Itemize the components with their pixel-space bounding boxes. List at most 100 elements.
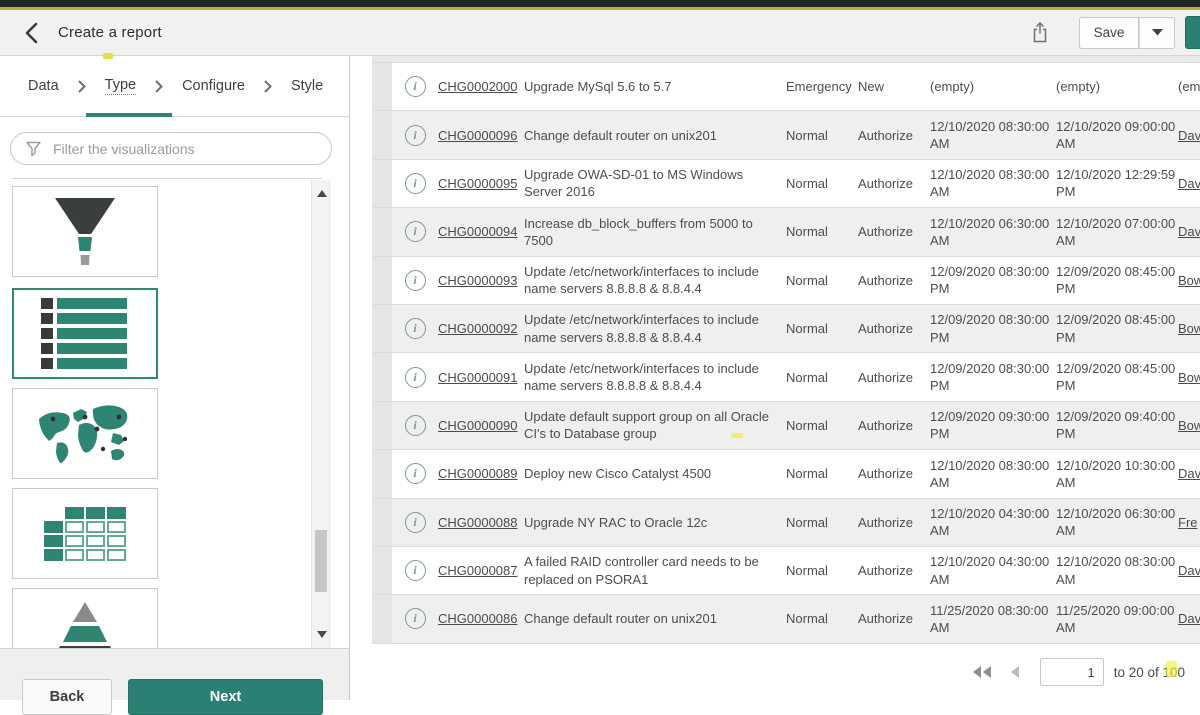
first-page-button[interactable]: [972, 665, 994, 679]
info-icon[interactable]: [405, 512, 426, 533]
priority-cell: Normal: [786, 466, 858, 481]
change-number-cell: CHG0000089: [438, 466, 524, 481]
info-icon[interactable]: [405, 76, 426, 97]
state-cell: Authorize: [858, 515, 930, 530]
filter-visualizations-input[interactable]: [51, 140, 331, 158]
assigned-link[interactable]: Dav: [1178, 611, 1200, 626]
breadcrumb-step-data[interactable]: Data: [28, 78, 59, 94]
start-date-cell: 12/09/2020 08:30:00 PM: [930, 360, 1056, 394]
back-button[interactable]: Back: [22, 679, 112, 715]
info-icon[interactable]: [405, 608, 426, 629]
short-description-cell: Upgrade OWA-SD-01 to MS Windows Server 2…: [524, 166, 786, 200]
scroll-down-arrow[interactable]: [317, 631, 327, 638]
change-number-link[interactable]: CHG0000089: [438, 466, 518, 481]
priority-cell: Normal: [786, 370, 858, 385]
scroll-up-arrow[interactable]: [317, 190, 327, 197]
info-icon[interactable]: [405, 221, 426, 242]
row-gutter: [372, 547, 392, 594]
breadcrumb-step-style[interactable]: Style: [291, 78, 323, 94]
short-description-cell: Upgrade NY RAC to Oracle 12c: [524, 514, 786, 531]
breadcrumb-step-configure[interactable]: Configure: [182, 78, 245, 94]
row-gutter: [372, 63, 392, 110]
viz-card-table-grid[interactable]: [12, 488, 158, 579]
previous-page-button[interactable]: [1010, 665, 1020, 679]
assigned-link[interactable]: (empty): [1178, 79, 1200, 94]
info-icon[interactable]: [405, 270, 426, 291]
info-cell: [392, 173, 438, 194]
breadcrumb-step-type[interactable]: Type: [105, 77, 136, 95]
row-gutter: [372, 111, 392, 158]
info-icon[interactable]: [405, 318, 426, 339]
change-number-link[interactable]: CHG0000096: [438, 128, 518, 143]
change-number-link[interactable]: CHG0000088: [438, 515, 518, 530]
short-description-cell: Upgrade MySql 5.6 to 5.7: [524, 78, 786, 95]
info-icon[interactable]: [405, 367, 426, 388]
scrollbar-thumb[interactable]: [315, 530, 327, 592]
change-number-link[interactable]: CHG0000092: [438, 321, 518, 336]
change-number-cell: CHG0000087: [438, 563, 524, 578]
save-button[interactable]: Save: [1079, 17, 1139, 49]
change-number-link[interactable]: CHG0000094: [438, 224, 518, 239]
assigned-link[interactable]: Bow: [1178, 321, 1200, 336]
row-gutter: [372, 450, 392, 497]
run-report-button-partial[interactable]: [1185, 16, 1200, 49]
change-number-link[interactable]: CHG0000091: [438, 370, 518, 385]
assigned-link[interactable]: Dav: [1178, 563, 1200, 578]
end-date-cell: 12/09/2020 09:40:00 PM: [1056, 408, 1178, 442]
assigned-cell: Bow: [1178, 370, 1200, 385]
assigned-link[interactable]: Dav: [1178, 176, 1200, 191]
assigned-link[interactable]: Dav: [1178, 224, 1200, 239]
world-map-icon: [33, 403, 137, 465]
priority-cell: Normal: [786, 418, 858, 433]
info-icon[interactable]: [405, 415, 426, 436]
viz-card-list[interactable]: [12, 288, 158, 379]
save-dropdown-button[interactable]: [1139, 17, 1175, 49]
end-date-cell: 12/10/2020 09:00:00 AM: [1056, 118, 1178, 152]
page-number-input[interactable]: [1040, 658, 1104, 686]
viz-card-world-map[interactable]: [12, 388, 158, 479]
next-button[interactable]: Next: [128, 679, 323, 715]
assigned-link[interactable]: Bow: [1178, 418, 1200, 433]
change-number-link[interactable]: CHG0000087: [438, 563, 518, 578]
short-description-cell: Increase db_block_buffers from 5000 to 7…: [524, 215, 786, 249]
assigned-link[interactable]: Fre: [1178, 515, 1198, 530]
table-row: CHG0000087 A failed RAID controller card…: [372, 547, 1200, 595]
change-number-cell: CHG0000093: [438, 273, 524, 288]
assigned-cell: Fre: [1178, 515, 1200, 530]
table-row: CHG0000095 Upgrade OWA-SD-01 to MS Windo…: [372, 160, 1200, 208]
info-cell: [392, 76, 438, 97]
short-description-cell: Update default support group on all Orac…: [524, 408, 786, 442]
assigned-link[interactable]: Bow: [1178, 370, 1200, 385]
change-number-link[interactable]: CHG0000086: [438, 611, 518, 626]
change-number-cell: CHG0000088: [438, 515, 524, 530]
change-number-link[interactable]: CHG0000090: [438, 418, 518, 433]
state-cell: New: [858, 79, 930, 94]
change-number-cell: CHG0000086: [438, 611, 524, 626]
info-cell: [392, 125, 438, 146]
chevron-right-icon: [78, 80, 86, 93]
change-number-link[interactable]: CHG0002000: [438, 79, 518, 94]
assigned-link[interactable]: Dav: [1178, 128, 1200, 143]
page-title: Create a report: [58, 24, 162, 41]
info-icon[interactable]: [405, 173, 426, 194]
share-button[interactable]: [1031, 21, 1049, 44]
viz-card-funnel[interactable]: [12, 186, 158, 277]
assigned-link[interactable]: Bow: [1178, 273, 1200, 288]
change-number-link[interactable]: CHG0000093: [438, 273, 518, 288]
short-description-cell: A failed RAID controller card needs to b…: [524, 553, 786, 587]
table-row: CHG0002000 Upgrade MySql 5.6 to 5.7 Emer…: [372, 63, 1200, 111]
info-icon[interactable]: [405, 125, 426, 146]
state-cell: Authorize: [858, 370, 930, 385]
state-cell: Authorize: [858, 224, 930, 239]
info-cell: [392, 608, 438, 629]
short-description-cell: Change default router on unix201: [524, 610, 786, 627]
info-icon[interactable]: [405, 463, 426, 484]
info-icon[interactable]: [405, 560, 426, 581]
short-description-cell: Update /etc/network/interfaces to includ…: [524, 263, 786, 297]
change-number-link[interactable]: CHG0000095: [438, 176, 518, 191]
back-arrow-button[interactable]: [22, 20, 40, 46]
state-cell: Authorize: [858, 176, 930, 191]
funnel-chart-icon: [53, 196, 117, 268]
assigned-cell: Bow: [1178, 321, 1200, 336]
assigned-link[interactable]: Dav: [1178, 466, 1200, 481]
